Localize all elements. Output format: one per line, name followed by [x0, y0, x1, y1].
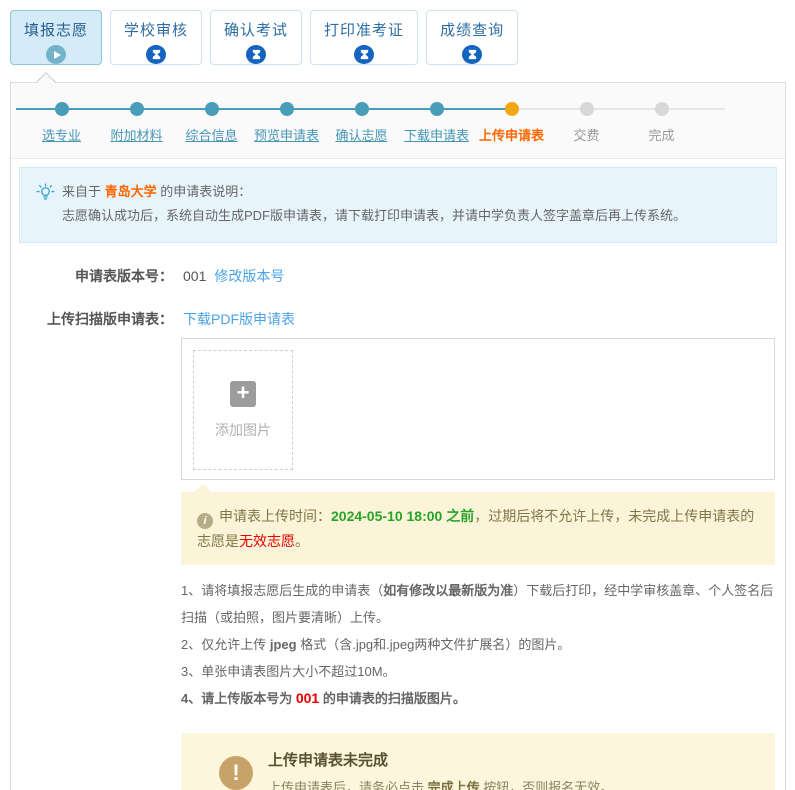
step-additional-materials[interactable]: 附加材料	[99, 102, 174, 144]
deadline-datetime: 2024-05-10 18:00 之前	[331, 508, 474, 524]
school-name: 青岛大学	[105, 184, 157, 199]
tab-label: 打印准考证	[324, 19, 404, 40]
progress-stepper: 选专业 附加材料 综合信息 预览申请表 确认志愿 下载申请表 上传申请表 交费	[11, 83, 785, 159]
step-dot	[655, 102, 669, 116]
step-dot	[430, 102, 444, 116]
deadline-warning-box: i申请表上传时间：2024-05-10 18:00 之前，过期后将不允许上传，未…	[181, 492, 775, 565]
step-dot	[55, 102, 69, 116]
hourglass-icon	[354, 45, 374, 64]
step-dot	[280, 102, 294, 116]
hourglass-icon	[462, 45, 482, 64]
warning-notch	[195, 484, 212, 501]
version-number-red: 001	[296, 690, 319, 706]
instruction-1: 1、请将填报志愿后生成的申请表（如有修改以最新版为准）下载后打印，经中学审核盖章…	[181, 577, 775, 631]
play-circle-icon	[46, 45, 66, 64]
upload-instructions: 1、请将填报志愿后生成的申请表（如有修改以最新版为准）下载后打印，经中学审核盖章…	[181, 577, 775, 712]
hourglass-icon	[146, 45, 166, 64]
alert-title: 上传申请表未完成	[268, 750, 613, 772]
top-tabs: 填报志愿 学校审核 确认考试 打印准考证 成绩查询	[10, 10, 518, 65]
hourglass-icon	[246, 45, 266, 64]
step-upload-form: 上传申请表	[474, 102, 549, 144]
upload-label: 上传扫描版申请表：	[11, 309, 173, 329]
step-dot	[355, 102, 369, 116]
add-image-label: 添加图片	[215, 420, 271, 440]
instruction-4: 4、请上传版本号为 001 的申请表的扫描版图片。	[181, 685, 775, 712]
version-row: 申请表版本号： 001 修改版本号	[11, 266, 785, 286]
tab-label: 学校审核	[124, 19, 188, 40]
lightbulb-icon	[36, 183, 55, 202]
instruction-2: 2、仅允许上传 jpeg 格式（含.jpg和.jpeg两种文件扩展名）的图片。	[181, 631, 775, 658]
tab-label: 成绩查询	[440, 19, 504, 40]
tab-score-inquiry[interactable]: 成绩查询	[426, 10, 518, 65]
add-image-button[interactable]: + 添加图片	[193, 350, 293, 470]
main-panel: 选专业 附加材料 综合信息 预览申请表 确认志愿 下载申请表 上传申请表 交费	[10, 82, 786, 790]
modify-version-link[interactable]: 修改版本号	[214, 266, 284, 286]
step-dot	[130, 102, 144, 116]
step-finish: 完成	[624, 102, 699, 144]
tab-school-review[interactable]: 学校审核	[110, 10, 202, 65]
step-preview-form[interactable]: 预览申请表	[249, 102, 324, 144]
incomplete-alert-box: ! 上传申请表未完成 上传申请表后，请务必点击 完成上传 按钮，否则报名无效。	[181, 733, 775, 790]
step-download-form[interactable]: 下载申请表	[399, 102, 474, 144]
plus-icon: +	[230, 381, 256, 407]
instruction-3: 3、单张申请表图片大小不超过10M。	[181, 658, 775, 685]
invalid-text: 无效志愿	[239, 533, 295, 549]
step-comprehensive-info[interactable]: 综合信息	[174, 102, 249, 144]
version-value: 001	[183, 266, 206, 286]
step-payment: 交费	[549, 102, 624, 144]
tab-label: 确认考试	[224, 19, 288, 40]
version-label: 申请表版本号：	[11, 266, 173, 286]
alert-body: 上传申请表后，请务必点击 完成上传 按钮，否则报名无效。	[268, 777, 613, 790]
tab-label: 填报志愿	[24, 19, 88, 40]
step-dot-current	[505, 102, 519, 116]
tab-fill-application[interactable]: 填报志愿	[10, 10, 102, 65]
exclamation-icon: !	[219, 756, 253, 790]
upload-row: 上传扫描版申请表： 下载PDF版申请表	[11, 309, 785, 329]
school-notice-box: 来自于 青岛大学 的申请表说明： 志愿确认成功后，系统自动生成PDF版申请表，请…	[19, 167, 777, 243]
upload-area: + 添加图片	[181, 338, 775, 480]
step-dot	[205, 102, 219, 116]
step-dot	[580, 102, 594, 116]
info-icon: i	[197, 513, 213, 529]
tab-confirm-exam[interactable]: 确认考试	[210, 10, 302, 65]
step-confirm-application[interactable]: 确认志愿	[324, 102, 399, 144]
notice-title: 来自于 青岛大学 的申请表说明：	[62, 180, 251, 204]
tab-print-admission-ticket[interactable]: 打印准考证	[310, 10, 418, 65]
download-pdf-link[interactable]: 下载PDF版申请表	[183, 309, 295, 329]
notice-body: 志愿确认成功后，系统自动生成PDF版申请表，请下载打印申请表，并请中学负责人签字…	[36, 204, 760, 228]
step-choose-major[interactable]: 选专业	[24, 102, 99, 144]
